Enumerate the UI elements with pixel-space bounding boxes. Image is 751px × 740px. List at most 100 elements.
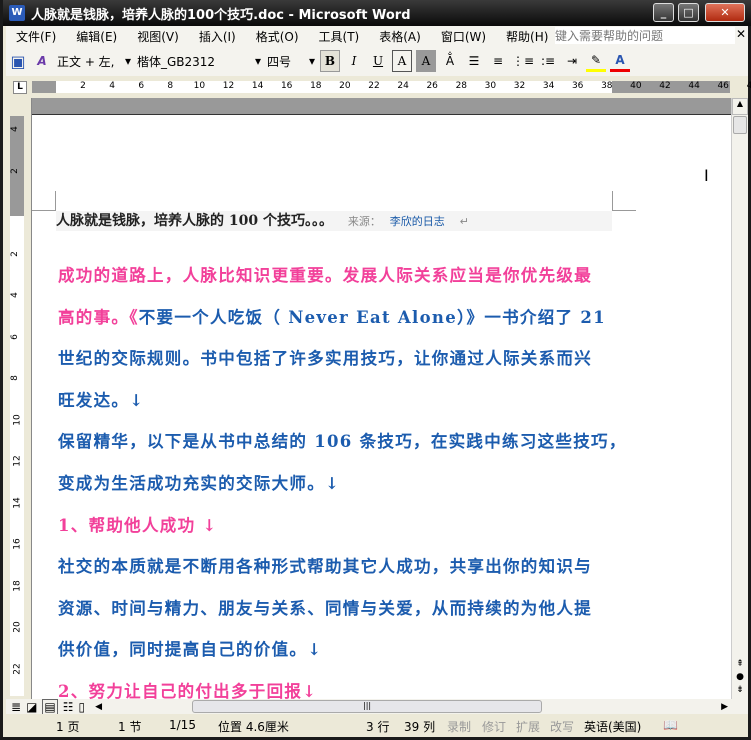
body-text-line: 变成为生活成功充实的交际大师。↓: [58, 470, 340, 494]
underline-button[interactable]: U: [368, 50, 388, 72]
text-run: 1、帮助他人成功 ↓: [58, 515, 218, 535]
numbered-list-icon[interactable]: ⋮≡: [512, 50, 534, 72]
menu-6[interactable]: 表格(A): [369, 28, 431, 45]
scroll-left-icon[interactable]: ◀: [95, 702, 102, 712]
styles-icon[interactable]: A: [32, 50, 52, 72]
help-search-input[interactable]: 键入需要帮助的问题: [555, 27, 735, 44]
bold-button[interactable]: B: [320, 50, 340, 72]
status-language[interactable]: 英语(美国): [584, 718, 641, 735]
body-text-line: 保留精华，以下是从书中总结的 106 条技巧，在实践中练习这些技巧，: [58, 428, 627, 452]
text-run: 变成为生活成功充实的交际大师。↓: [58, 474, 341, 493]
print-view-icon[interactable]: ▤: [42, 698, 58, 715]
char-shading-button[interactable]: A: [416, 50, 436, 72]
ruler-tick-label: 4: [109, 81, 115, 91]
status-track-changes[interactable]: 修订: [482, 718, 506, 735]
status-page: 1 页: [56, 720, 80, 734]
web-view-icon[interactable]: ◪: [26, 700, 37, 714]
spelling-status-icon[interactable]: 📖: [663, 718, 678, 732]
text-run: 社交的本质就是不断用各种形式帮助其它人成功，共享出你的知识与: [58, 557, 592, 577]
status-extend[interactable]: 扩展: [516, 718, 540, 735]
status-overtype[interactable]: 改写: [550, 718, 574, 735]
menu-0[interactable]: 文件(F): [6, 28, 66, 45]
ruler-tick-label: 6: [9, 333, 20, 340]
word-window: W 人脉就是钱脉，培养人脉的100个技巧.doc - Microsoft Wor…: [0, 0, 751, 740]
bullet-list-icon[interactable]: :≡: [538, 50, 558, 72]
style-select[interactable]: 正文 + 左, ▾: [54, 51, 134, 71]
maximize-button[interactable]: □: [678, 3, 699, 22]
justify-icon[interactable]: ☰: [464, 50, 484, 72]
italic-button[interactable]: I: [344, 50, 364, 72]
phonetic-guide-icon[interactable]: A̐: [440, 50, 460, 72]
font-value: 楷体_GB2312: [137, 54, 216, 69]
chevron-down-icon: ▾: [254, 54, 261, 68]
ruler-tick-label: 6: [138, 81, 145, 91]
ruler-tick-label: 14: [12, 496, 23, 509]
style-value: 正文 + 左,: [57, 54, 115, 69]
ruler-tick-label: 10: [193, 81, 206, 91]
ruler-tick-label: 32: [513, 81, 526, 91]
ruler-tick-label: 8: [9, 375, 20, 381]
ruler-tick-label: 38: [601, 81, 613, 91]
ruler-tick-label: 48: [746, 81, 751, 91]
increase-indent-icon[interactable]: ⇥: [562, 50, 582, 72]
ruler-tick-label: 12: [222, 81, 235, 91]
ruler-tick-label: 22: [12, 662, 23, 675]
ruler-tick-label: 20: [12, 621, 23, 633]
status-record[interactable]: 录制: [447, 718, 471, 735]
document-area[interactable]: 人脉就是钱脉，培养人脉的 100 个技巧。。。 来源： 李欣的日志 ↵ 成功的道…: [31, 98, 731, 699]
menu-7[interactable]: 窗口(W): [431, 28, 496, 45]
window-title: 人脉就是钱脉，培养人脉的100个技巧.doc - Microsoft Word: [31, 7, 411, 23]
body-text-line: 资源、时间与精力、朋友与关系、同情与关爱，从而持续的为他人提: [58, 595, 592, 619]
ruler-tick-label: 20: [339, 81, 351, 91]
ruler-tick-label: 8: [167, 81, 174, 91]
body-text-line: 社交的本质就是不断用各种形式帮助其它人成功，共享出你的知识与: [58, 553, 592, 577]
align-center-icon[interactable]: ≡: [488, 50, 508, 72]
menu-2[interactable]: 视图(V): [127, 28, 189, 45]
source-link[interactable]: 李欣的日志: [390, 215, 445, 228]
previous-page-icon[interactable]: ⇞: [732, 658, 748, 671]
scroll-right-icon[interactable]: ▶: [721, 702, 728, 712]
reading-view-icon[interactable]: ▯: [79, 700, 86, 714]
ruler-tick-label: 22: [368, 81, 380, 91]
normal-view-icon[interactable]: ≣: [11, 700, 21, 714]
text-run: 旺发达。↓: [58, 390, 145, 410]
tab-selector[interactable]: L: [13, 81, 27, 94]
close-button[interactable]: ✕: [705, 3, 745, 22]
ruler-tick-label: 4: [9, 126, 20, 132]
scroll-thumb[interactable]: [733, 116, 747, 134]
font-color-button[interactable]: A: [610, 50, 631, 72]
ruler-tick-label: 44: [688, 81, 700, 91]
menu-8[interactable]: 帮助(H): [496, 28, 558, 45]
scroll-up-button[interactable]: ▲: [732, 98, 748, 115]
status-column: 39 列: [404, 720, 436, 734]
chevron-down-icon: ▾: [308, 54, 315, 68]
menu-3[interactable]: 插入(I): [189, 28, 246, 45]
article-title: 人脉就是钱脉，培养人脉的 100 个技巧。。。: [56, 213, 333, 229]
horizontal-ruler[interactable]: L 2 4 6 8 10 12 14 16 18 20 22 24 26 28 30 32 34 36 38 40 42…: [6, 76, 751, 98]
browse-object-icon[interactable]: ●: [732, 671, 748, 684]
ruler-tick-label: 10: [12, 413, 23, 426]
close-doc-icon[interactable]: ✕: [736, 27, 746, 41]
char-border-button[interactable]: A: [392, 50, 412, 72]
font-select[interactable]: 楷体_GB2312 ▾: [134, 51, 264, 71]
save-icon[interactable]: ▣: [8, 50, 28, 72]
status-section: 1 节: [118, 720, 142, 734]
font-size-select[interactable]: 四号 ▾: [264, 51, 318, 71]
menu-4[interactable]: 格式(O): [246, 28, 309, 45]
highlight-icon[interactable]: ✎: [586, 50, 607, 72]
status-line: 3 行: [366, 720, 390, 734]
ruler-tick-label: 34: [542, 81, 555, 91]
minimize-button[interactable]: _: [653, 3, 674, 22]
ruler-tick-label: 36: [571, 81, 584, 91]
vertical-scrollbar[interactable]: ▲ ⇞ ● ⇟: [731, 98, 748, 699]
next-page-icon[interactable]: ⇟: [732, 684, 748, 697]
outline-view-icon[interactable]: ☷: [63, 700, 74, 714]
menu-5[interactable]: 工具(T): [309, 28, 370, 45]
vertical-ruler[interactable]: 4 2 2 4 6 8 10 12 14 16 18 20 22: [10, 116, 24, 696]
text-run: 资源、时间与精力、朋友与关系、同情与关爱，从而持续的为他人提: [58, 598, 592, 618]
document-header-line: 人脉就是钱脉，培养人脉的 100 个技巧。。。 来源： 李欣的日志 ↵: [56, 211, 612, 231]
menu-1[interactable]: 编辑(E): [66, 28, 127, 45]
horizontal-scrollbar[interactable]: ≣ ◪ ▤ ☷ ▯ ◀ ||| ▶: [6, 698, 748, 715]
horizontal-scroll-thumb[interactable]: |||: [192, 700, 543, 713]
ruler-tick-label: 2: [9, 167, 20, 174]
